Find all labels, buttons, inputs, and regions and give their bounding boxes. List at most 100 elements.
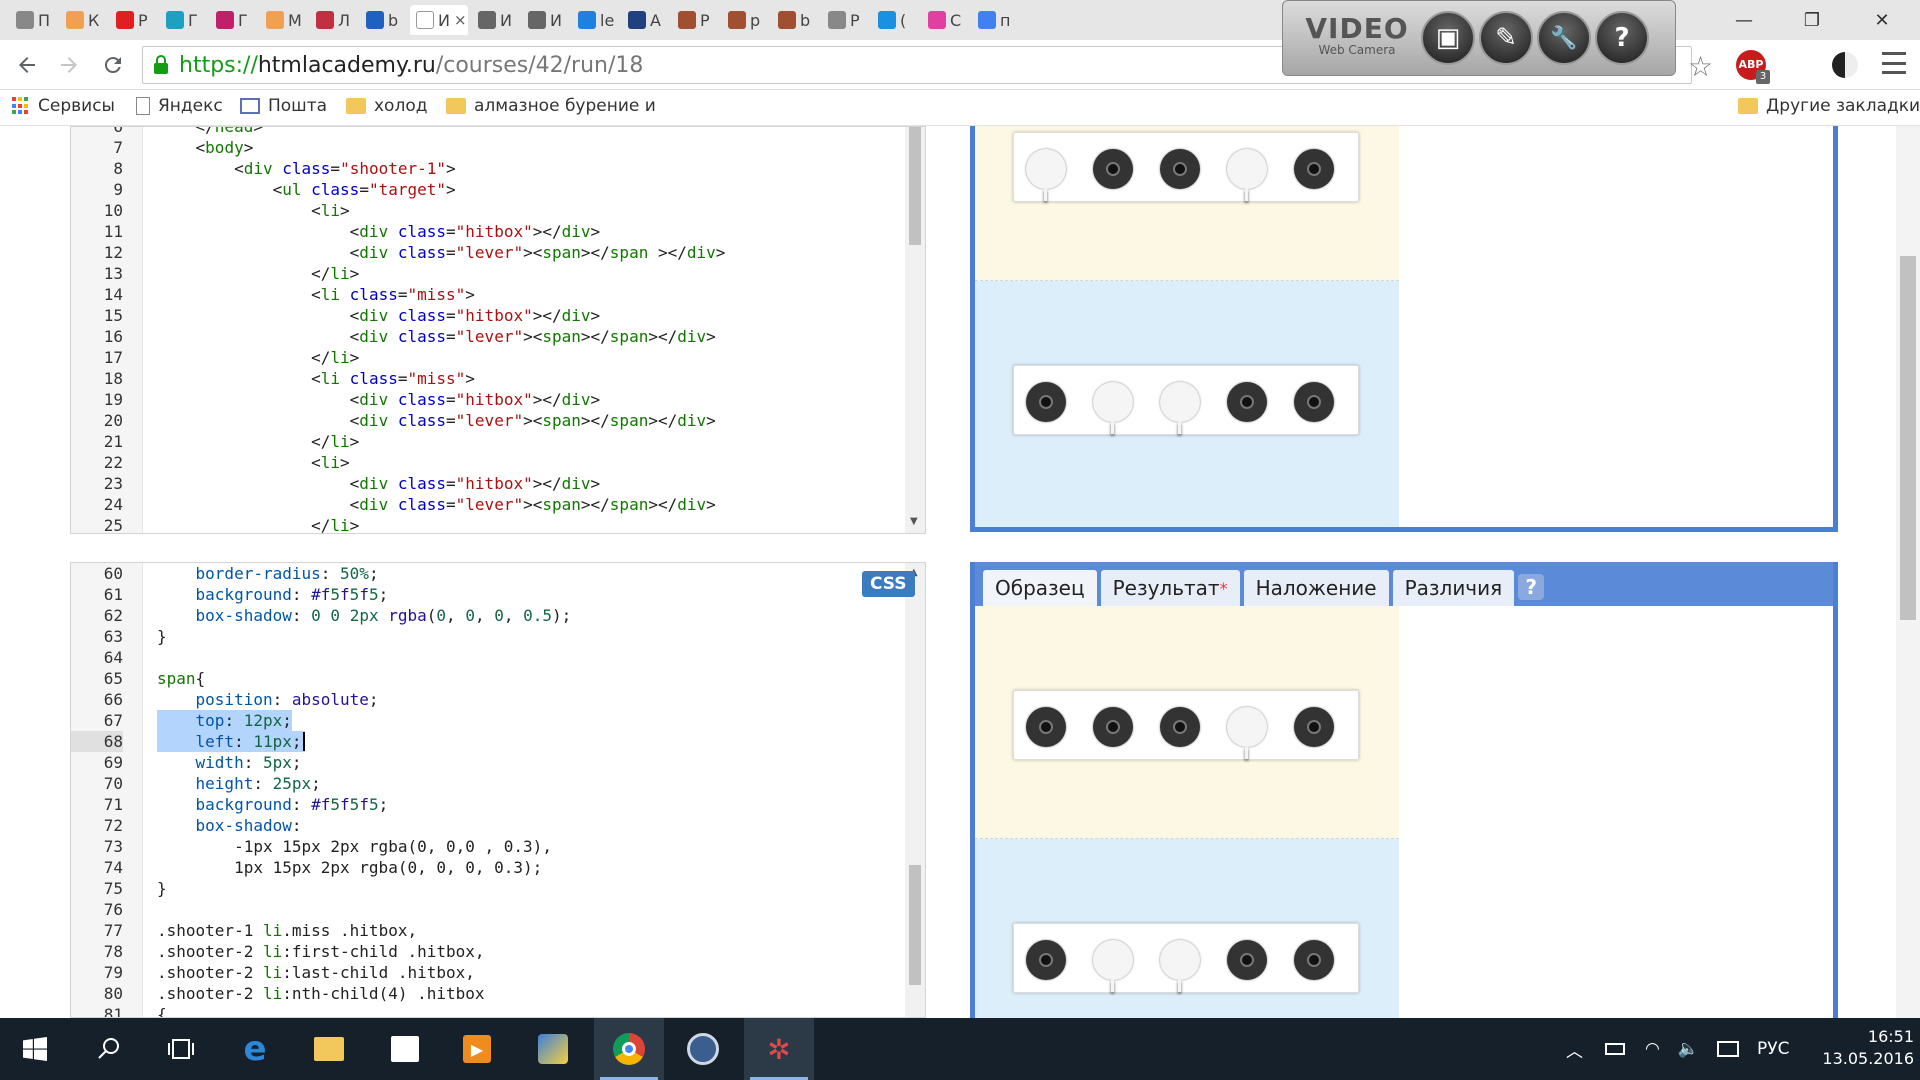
taskbar-media[interactable]: ▶ [442,1018,512,1080]
code-line[interactable]: 73 -1px 15px 2px rgba(0, 0,0 , 0.3), [71,836,905,857]
code-line[interactable]: 9 <ul class="target"> [71,179,905,200]
code-line[interactable]: 10 <li> [71,200,905,221]
code-line[interactable]: 20 <div class="lever"><span></span></div… [71,410,905,431]
code-line[interactable]: 24 <div class="lever"><span></span></div… [71,494,905,515]
bookmark-yandex[interactable]: Яндекс [136,96,223,116]
volume-icon[interactable]: 🔈 [1678,1039,1699,1059]
code-line[interactable]: 68 left: 11px; [71,731,905,752]
code-line[interactable]: 60 border-radius: 50%; [71,563,905,584]
code-line[interactable]: 13 </li> [71,263,905,284]
page-scroll-thumb[interactable] [1900,256,1916,620]
tray-expand-icon[interactable]: ︿ [1566,1037,1583,1062]
tab-sample[interactable]: Образец [983,570,1097,606]
webcam-help-button[interactable]: ? [1595,11,1649,65]
language-indicator[interactable]: РУС [1757,1039,1789,1059]
browser-tab[interactable]: b [772,5,818,35]
code-line[interactable]: 74 1px 15px 2px rgba(0, 0, 0, 0.3); [71,857,905,878]
code-line[interactable]: 76 [71,899,905,920]
code-line[interactable]: 11 <div class="hitbox"></div> [71,221,905,242]
code-line[interactable]: 66 position: absolute; [71,689,905,710]
html-editor[interactable]: 6 </head> 7 <body> 8 <div class="shooter-1… [70,126,926,534]
css-editor-scrollbar[interactable]: ▲ [905,563,925,1017]
code-line[interactable]: 71 background: #f5f5f5; [71,794,905,815]
code-line[interactable]: 62 box-shadow: 0 0 2px rgba(0, 0, 0, 0.5… [71,605,905,626]
bookmark-mail[interactable]: Пошта [240,96,327,116]
code-line[interactable]: 63} [71,626,905,647]
bookmark-star-icon[interactable]: ☆ [1688,50,1713,83]
browser-tab[interactable]: Г [160,5,206,35]
css-editor[interactable]: 60 border-radius: 50%; 61 background: #f5… [70,562,926,1018]
forward-button[interactable] [52,50,86,80]
page-scrollbar[interactable] [1896,126,1920,1018]
code-line[interactable]: 69 width: 5px; [71,752,905,773]
taskbar-app[interactable] [518,1018,588,1080]
taskbar-chrome[interactable] [594,1018,664,1080]
reload-button[interactable] [96,50,130,80]
code-line[interactable]: 81 { [71,1004,905,1017]
browser-tab[interactable]: р [722,5,768,35]
webcam-photo-button[interactable]: ▣ [1421,11,1475,65]
html-scroll-thumb[interactable] [909,127,921,245]
code-line[interactable]: 14 <li class="miss"> [71,284,905,305]
battery-icon[interactable] [1605,1043,1625,1055]
code-line[interactable]: 61 background: #f5f5f5; [71,584,905,605]
taskbar-clock[interactable]: 16:51 13.05.2016 [1814,1026,1914,1070]
browser-tab[interactable]: Р [110,5,156,35]
css-scroll-thumb[interactable] [909,865,921,985]
menu-icon[interactable] [1882,52,1906,74]
code-line[interactable]: 18 <li class="miss"> [71,368,905,389]
code-line[interactable]: 22 <li> [71,452,905,473]
notification-icon[interactable] [1717,1041,1740,1057]
tab-close-icon[interactable]: × [454,11,467,29]
code-line[interactable]: 7 <body> [71,137,905,158]
browser-tab[interactable]: М [260,5,306,35]
code-line[interactable]: 23 <div class="hitbox"></div> [71,473,905,494]
search-button[interactable] [74,1018,144,1080]
taskbar-clock-app[interactable] [668,1018,738,1080]
code-line[interactable]: 65 span{ [71,668,905,689]
code-line[interactable]: 79 .shooter-2 li:last-child .hitbox, [71,962,905,983]
code-line[interactable]: 80 .shooter-2 li:nth-child(4) .hitbox [71,983,905,1004]
code-line[interactable]: 16 <div class="lever"><span></span></div… [71,326,905,347]
close-window-button[interactable]: ✕ [1862,6,1902,34]
taskbar-molecule-app[interactable]: ✲ [744,1018,814,1080]
taskbar-explorer[interactable] [294,1018,364,1080]
bookmark-folder-drilling[interactable]: алмазное бурение и [446,96,656,116]
extension-contrast-icon[interactable] [1832,52,1858,78]
code-line[interactable]: 17 </li> [71,347,905,368]
webcam-edit-button[interactable]: ✎ [1479,11,1533,65]
code-line[interactable]: 12 <div class="lever"><span></span ></di… [71,242,905,263]
wifi-icon[interactable]: ◠ [1645,1039,1660,1059]
browser-tab[interactable]: Р [822,5,868,35]
browser-tab[interactable]: К [60,5,106,35]
code-line[interactable]: 25 </li> [71,515,905,533]
html-editor-scrollbar[interactable]: ▼ [905,127,925,533]
code-line[interactable]: 75} [71,878,905,899]
task-view-button[interactable] [146,1018,216,1080]
code-line[interactable]: 19 <div class="hitbox"></div> [71,389,905,410]
webcam-settings-button[interactable]: 🔧 [1537,11,1591,65]
browser-tab[interactable]: С [922,5,968,35]
browser-tab[interactable]: Г [210,5,256,35]
taskbar-store[interactable] [370,1018,440,1080]
minimize-button[interactable]: — [1724,6,1764,34]
bookmark-services[interactable]: Сервисы [12,96,115,116]
restore-button[interactable]: ❐ [1792,6,1832,34]
browser-tab[interactable]: le [572,5,618,35]
scroll-down-arrow-icon[interactable]: ▼ [910,516,918,527]
tab-differences[interactable]: Различия [1392,570,1515,606]
bookmark-other[interactable]: Другие закладки [1738,96,1920,116]
browser-tab[interactable]: п [972,5,1018,35]
code-line[interactable]: 8 <div class="shooter-1"> [71,158,905,179]
back-button[interactable] [10,50,44,80]
browser-tab[interactable]: И [472,5,518,35]
code-line[interactable]: 64 [71,647,905,668]
code-line[interactable]: 70 height: 25px; [71,773,905,794]
code-line[interactable]: 21 </li> [71,431,905,452]
code-line[interactable]: 67 top: 12px; [71,710,905,731]
browser-tab[interactable]: И [522,5,568,35]
tab-result[interactable]: Результат * [1100,570,1240,606]
start-button[interactable] [0,1018,70,1080]
code-line[interactable]: 77 .shooter-1 li.miss .hitbox, [71,920,905,941]
taskbar-edge[interactable]: e [220,1018,290,1080]
